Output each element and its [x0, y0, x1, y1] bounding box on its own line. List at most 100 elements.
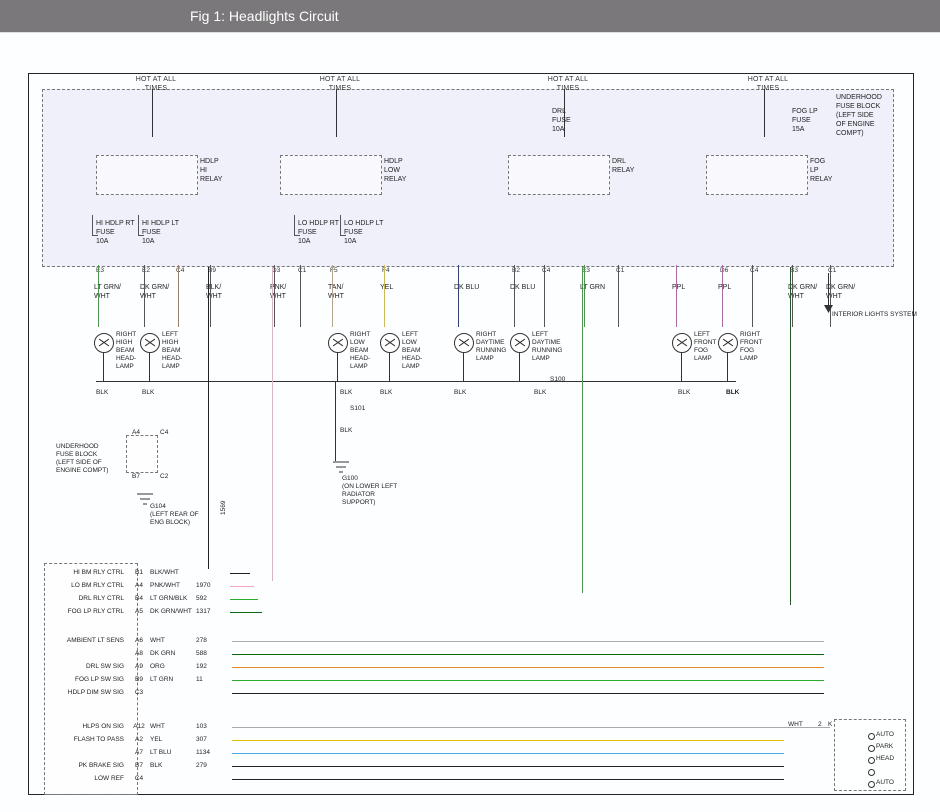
wire [384, 265, 385, 327]
signal-code: 11 [196, 674, 232, 686]
switch-dot-icon [868, 781, 875, 788]
signal-label: AMBIENT LT SENS [44, 635, 130, 647]
pin-b7: B7 [132, 473, 140, 481]
signal-row: FOG LP SW SIGB9LT GRN11 [44, 674, 824, 686]
relay [706, 155, 808, 195]
signal-wire [232, 641, 824, 642]
wire [336, 89, 337, 137]
signal-pin: A12 [130, 721, 148, 733]
wire [332, 265, 333, 327]
ground-bus [96, 381, 736, 382]
wire [792, 265, 793, 327]
signal-row: FOG LP RLY CTRLA5DK GRN/WHT1317 [44, 606, 244, 618]
wire [272, 267, 273, 581]
signal-pin: C3 [130, 687, 148, 699]
signal-row: HI BM RLY CTRLB1BLK/WHT [44, 567, 244, 579]
signal-label: LO BM RLY CTRL [44, 580, 130, 592]
signal-row: A8DK GRN588 [44, 648, 824, 660]
signal-color: LT GRN [148, 674, 196, 686]
arrow-down-icon [824, 305, 833, 314]
wire [244, 727, 830, 728]
signal-color: LT GRN/BLK [148, 593, 196, 605]
wire [544, 265, 545, 327]
signal-label: FOG LP SW SIG [44, 674, 130, 686]
wire [681, 353, 682, 381]
signal-color: LT BLU [148, 747, 196, 759]
signal-wire [232, 680, 824, 681]
splice-s100: S100 [550, 376, 565, 384]
relay [508, 155, 610, 195]
signal-pin: A5 [130, 606, 148, 618]
signal-row: FLASH TO PASSA2YEL307 [44, 734, 784, 746]
signal-color [148, 687, 196, 699]
signal-code: 588 [196, 648, 232, 660]
figure-title: Fig 1: Headlights Circuit [190, 8, 339, 24]
signal-label [44, 747, 130, 759]
wire [335, 381, 336, 461]
lamp-icon [510, 333, 530, 353]
lamp-label: LEFT LOW BEAM HEAD- LAMP [402, 331, 422, 371]
pin-c4: C4 [160, 429, 168, 437]
wire [764, 89, 765, 137]
signal-color: WHT [148, 721, 196, 733]
fuse-label: LO HDLP RT FUSE 10A [298, 219, 339, 246]
wire [790, 267, 791, 605]
signal-label: DRL SW SIG [44, 661, 130, 673]
signal-wire [232, 740, 784, 741]
wire [149, 353, 150, 381]
signal-row: LOW REFC4 [44, 773, 784, 785]
fuse-symbol [92, 215, 98, 236]
signal-code: 592 [196, 593, 232, 605]
hot-label: HOT AT ALL TIMES [310, 75, 370, 93]
wire [230, 586, 254, 587]
switch-dot-icon [868, 769, 875, 776]
wire-color: PPL [672, 283, 685, 292]
signal-label: FLASH TO PASS [44, 734, 130, 746]
hot-label: HOT AT ALL TIMES [126, 75, 186, 93]
signal-color: BLK/WHT [148, 567, 196, 579]
signal-row: PK BRAKE SIGB7BLK279 [44, 760, 784, 772]
blk-label: BLK [142, 389, 154, 397]
switch-dot-icon [868, 733, 875, 740]
lamp-icon [718, 333, 738, 353]
wire [210, 265, 211, 327]
lamp-icon [672, 333, 692, 353]
signal-color: ORG [148, 661, 196, 673]
signal-label: HI BM RLY CTRL [44, 567, 130, 579]
switch-option: PARK [876, 743, 893, 750]
wire [152, 89, 153, 137]
switch-option: AUTO [876, 779, 894, 786]
wire [144, 265, 145, 327]
wire [300, 265, 301, 327]
blk-label: BLK [340, 389, 352, 397]
signal-color: WHT [148, 635, 196, 647]
lamp-icon [328, 333, 348, 353]
signal-color: YEL [148, 734, 196, 746]
fuse-label: DRL FUSE 10A [552, 107, 571, 134]
fuse-label: FOG LP FUSE 15A [792, 107, 818, 134]
wire-color: TAN/ WHT [328, 283, 344, 301]
signal-row: HDLP DIM SW SIGC3 [44, 687, 824, 699]
code-1569: 1569 [220, 501, 228, 515]
blk-label: BLK [340, 427, 352, 435]
fuse-label: HI HDLP LT FUSE 10A [142, 219, 179, 246]
wire-color: YEL [380, 283, 393, 292]
wire [722, 265, 723, 327]
wire [458, 265, 459, 327]
wire [230, 599, 258, 600]
wire [584, 265, 585, 327]
interior-lights-label: INTERIOR LIGHTS SYSTEM [832, 311, 917, 319]
signal-wire [232, 693, 824, 694]
signal-label: FOG LP RLY CTRL [44, 606, 130, 618]
signal-code [196, 773, 232, 785]
wire [582, 267, 583, 593]
ground-g100: G100 (ON LOWER LEFT RADIATOR SUPPORT) [342, 475, 397, 507]
blk-label: BLK [726, 389, 739, 397]
signal-color: PNK/WHT [148, 580, 196, 592]
lamp-label: LEFT HIGH BEAM HEAD- LAMP [162, 331, 182, 371]
signal-code: 1317 [196, 606, 232, 618]
signal-label: HDLP DIM SW SIG [44, 687, 130, 699]
wire [389, 353, 390, 381]
signal-wire [232, 766, 784, 767]
ground-icon [332, 461, 350, 475]
